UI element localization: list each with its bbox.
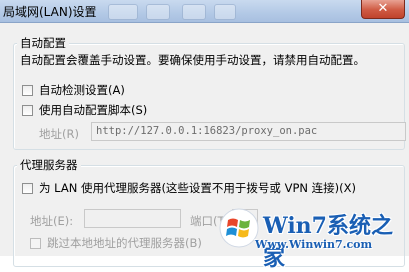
watermark-url: Www.Winwin7.com	[255, 238, 373, 251]
auto-detect-label[interactable]: 自动检测设置(A)	[39, 82, 125, 98]
bypass-local-row[interactable]: 跳过本地地址的代理服务器(B)	[30, 235, 202, 251]
windows-logo-icon	[219, 208, 259, 248]
auto-detect-row[interactable]: 自动检测设置(A)	[22, 82, 125, 98]
title-bar: 局域网(LAN)设置 ✕	[0, 0, 409, 23]
background-tab	[182, 4, 206, 20]
watermark: Win7系统之家 Www.Winwin7.com	[219, 206, 409, 271]
proxy-address-label-row: 地址(E):	[30, 213, 73, 229]
proxy-address-label: 地址(E):	[30, 214, 74, 228]
use-proxy-checkbox[interactable]	[22, 182, 33, 194]
script-address-label: 地址(R)	[39, 127, 79, 141]
script-address-input[interactable]: http://127.0.0.1:16823/proxy_on.pac	[91, 122, 406, 141]
auto-config-group-label: 自动配置	[17, 35, 69, 51]
bypass-local-checkbox[interactable]	[30, 237, 41, 249]
close-icon: ✕	[377, 1, 389, 16]
use-proxy-label[interactable]: 为 LAN 使用代理服务器(这些设置不用于拨号或 VPN 连接)(X)	[39, 180, 356, 196]
use-script-checkbox[interactable]	[22, 104, 33, 116]
proxy-address-input[interactable]	[84, 209, 181, 228]
background-tab	[108, 4, 138, 20]
use-proxy-row[interactable]: 为 LAN 使用代理服务器(这些设置不用于拨号或 VPN 连接)(X)	[22, 180, 356, 196]
use-script-label[interactable]: 使用自动配置脚本(S)	[39, 102, 147, 118]
background-tab	[146, 4, 170, 20]
auto-config-description-text: 自动配置会覆盖手动设置。要确保使用手动设置，请禁用自动配置。	[20, 53, 365, 67]
close-button[interactable]: ✕	[361, 0, 405, 19]
use-script-row[interactable]: 使用自动配置脚本(S)	[22, 102, 147, 118]
proxy-server-group-label: 代理服务器	[17, 157, 81, 173]
window-title: 局域网(LAN)设置	[3, 5, 97, 19]
bypass-local-label[interactable]: 跳过本地地址的代理服务器(B)	[47, 235, 202, 251]
auto-config-description: 自动配置会覆盖手动设置。要确保使用手动设置，请禁用自动配置。	[20, 52, 365, 68]
background-tab	[214, 4, 236, 20]
script-address-label-row: 地址(R)	[39, 126, 79, 142]
auto-detect-checkbox[interactable]	[22, 84, 33, 96]
